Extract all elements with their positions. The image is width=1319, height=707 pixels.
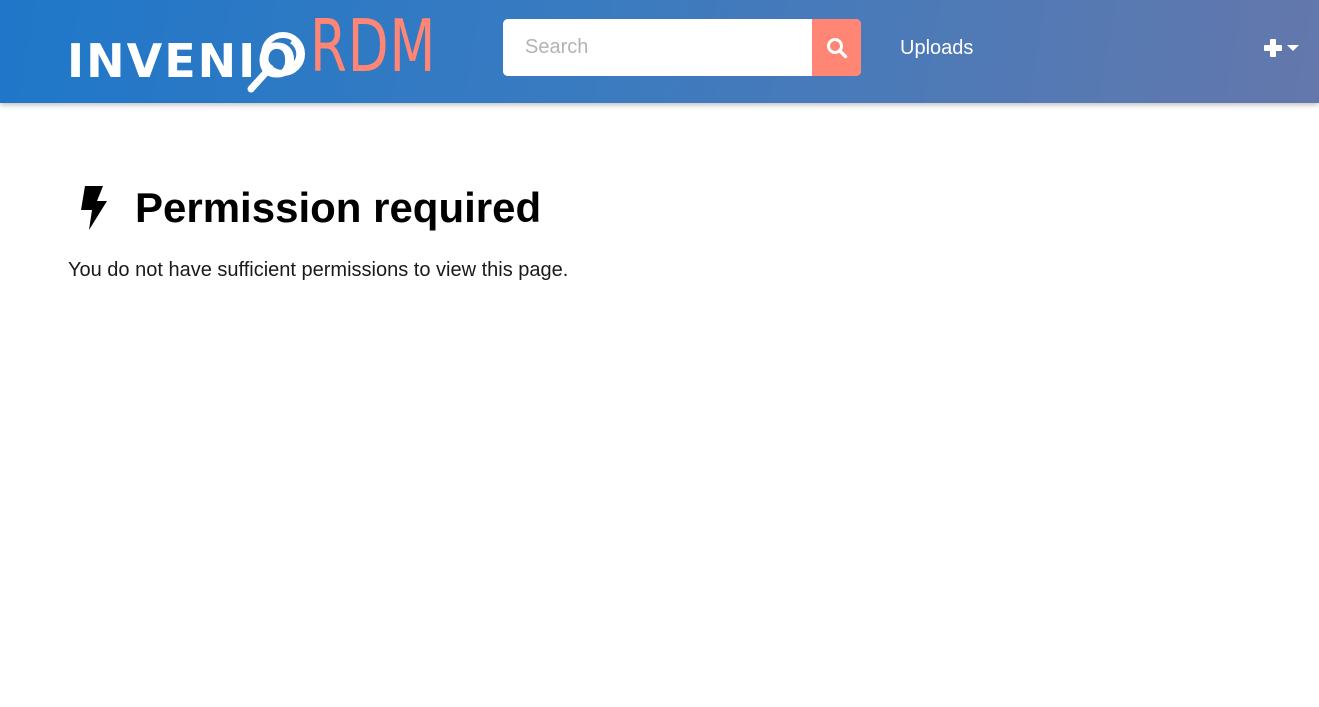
search-button[interactable] — [812, 19, 861, 76]
main-content: Permission required You do not have suff… — [68, 180, 568, 304]
lightning-bolt-icon — [81, 186, 107, 230]
search-icon — [826, 37, 847, 58]
permission-message: You do not have sufficient permissions t… — [68, 259, 569, 281]
magnifier-logo-icon — [247, 32, 305, 93]
search-input[interactable] — [503, 19, 812, 76]
search-form — [503, 19, 861, 76]
new-item-dropdown[interactable] — [1262, 34, 1306, 62]
page-title: Permission required — [135, 184, 542, 231]
nav-uploads-link[interactable]: Uploads — [900, 36, 973, 60]
plus-icon — [1264, 39, 1282, 57]
error-heading-row: Permission required — [68, 180, 568, 236]
top-navbar: INVENIO RDM Uploads — [0, 0, 1319, 103]
invenio-rdm-logo[interactable]: INVENIO RDM — [67, 10, 447, 96]
caret-down-icon — [1287, 45, 1299, 51]
logo-rdm-text: RDM — [310, 4, 437, 88]
